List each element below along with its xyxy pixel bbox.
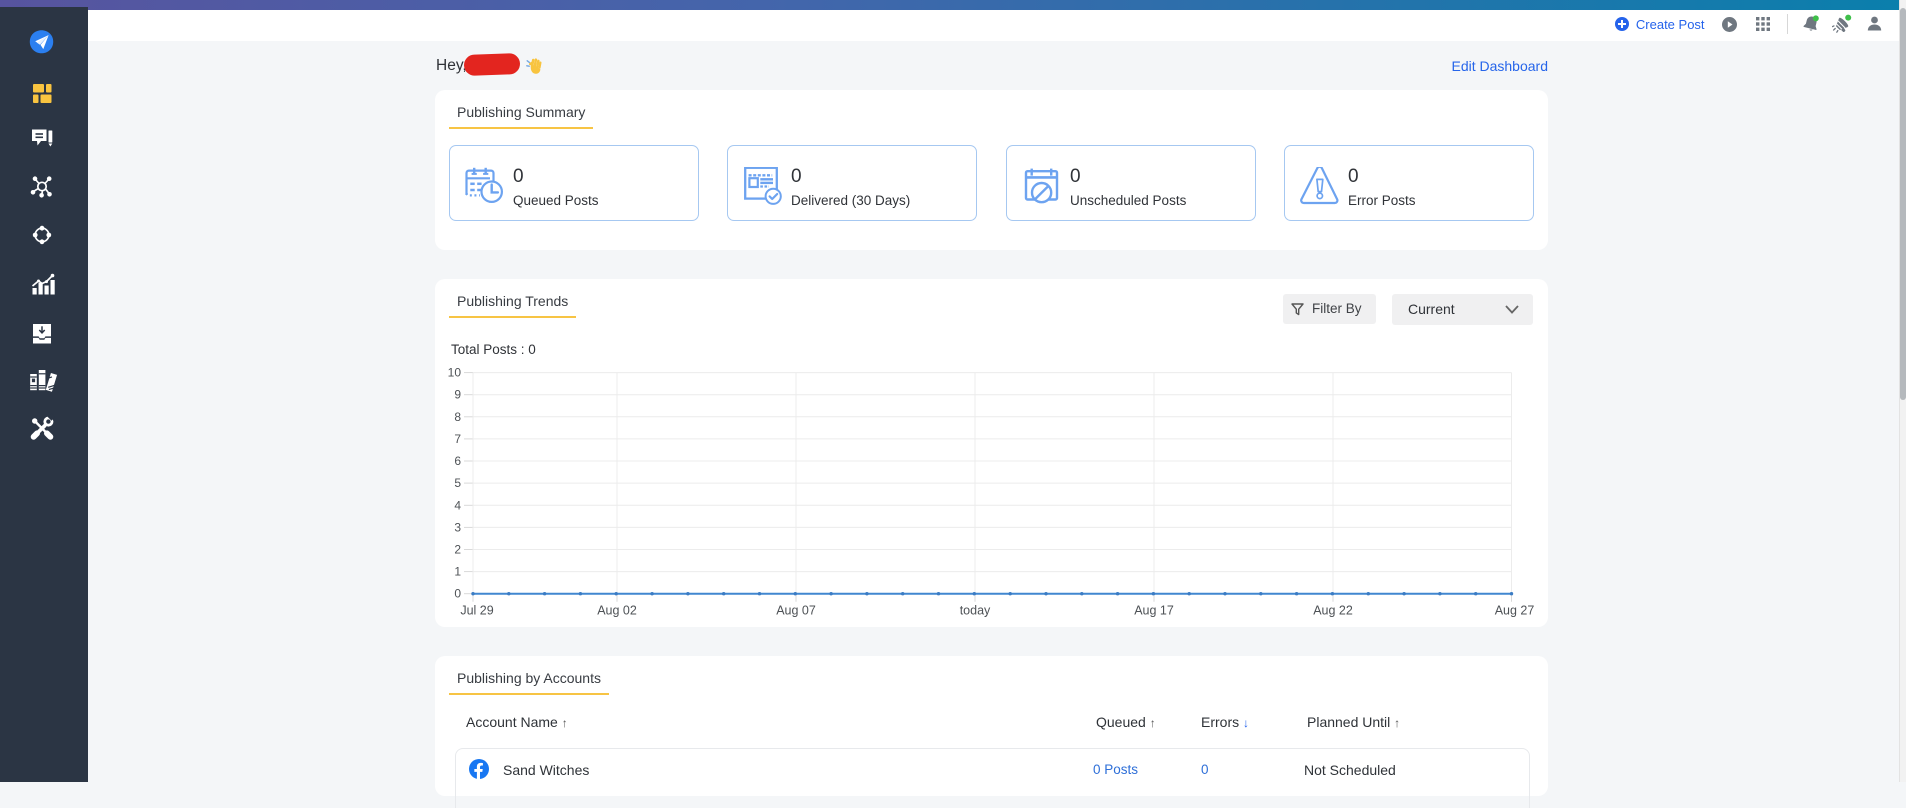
svg-text:4: 4 — [454, 498, 461, 512]
svg-text:5: 5 — [454, 476, 461, 490]
svg-text:3: 3 — [454, 520, 461, 534]
svg-text:1: 1 — [454, 565, 461, 579]
svg-text:Aug 22: Aug 22 — [1313, 604, 1353, 618]
svg-text:0: 0 — [454, 587, 461, 601]
svg-text:Aug 17: Aug 17 — [1134, 604, 1174, 618]
svg-text:2: 2 — [454, 543, 461, 557]
svg-text:8: 8 — [454, 410, 461, 424]
svg-text:10: 10 — [448, 366, 462, 380]
svg-text:Aug 02: Aug 02 — [597, 604, 637, 618]
svg-text:Aug 27: Aug 27 — [1495, 604, 1535, 618]
svg-text:6: 6 — [454, 454, 461, 468]
svg-text:9: 9 — [454, 388, 461, 402]
svg-text:Aug 07: Aug 07 — [776, 604, 816, 618]
svg-text:7: 7 — [454, 432, 461, 446]
svg-text:today: today — [960, 604, 991, 618]
svg-text:Jul 29: Jul 29 — [460, 604, 493, 618]
